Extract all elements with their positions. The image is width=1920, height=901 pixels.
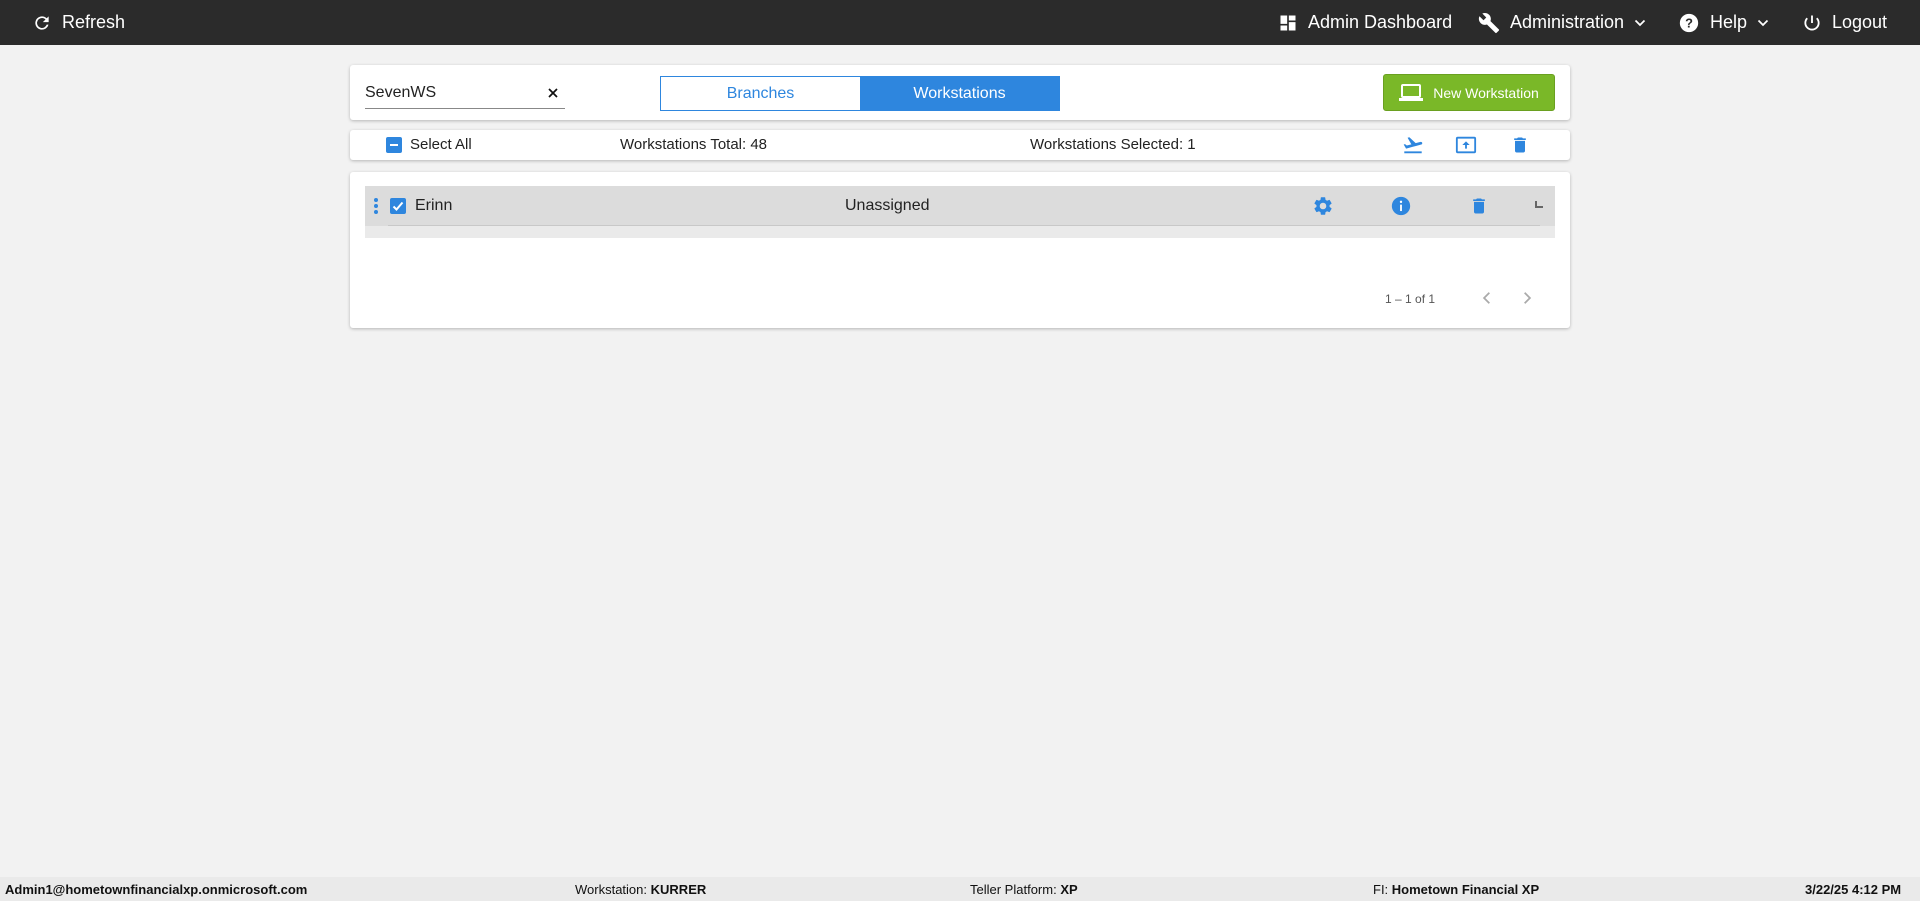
laptop-icon: [1399, 83, 1424, 101]
user-email: Admin1@hometownfinancialxp.onmicrosoft.c…: [5, 882, 308, 897]
select-all-checkbox[interactable]: Select All: [386, 136, 472, 153]
workstations-total: Workstations Total: 48: [620, 136, 768, 153]
trash-icon[interactable]: [1508, 133, 1532, 157]
chevron-right-icon: [1524, 292, 1532, 304]
refresh-icon: [35, 15, 49, 30]
check-icon: [392, 201, 404, 211]
filter-panel: Branches Workstations New Workstation: [350, 65, 1570, 120]
wrench-icon: [1478, 12, 1500, 33]
refresh-label: Refresh: [62, 12, 126, 32]
administration-label: Administration: [1510, 12, 1625, 32]
svg-text:?: ?: [1685, 15, 1693, 30]
chevron-down-icon: [1757, 19, 1769, 26]
row-expansion: [365, 226, 1555, 238]
workstation-info: Workstation: KURRER: [575, 882, 707, 897]
gear-icon[interactable]: [1311, 194, 1335, 218]
admin-dashboard-link[interactable]: Admin Dashboard: [1278, 0, 1452, 45]
help-icon: ?: [1679, 13, 1699, 32]
workstation-name: Erinn: [415, 197, 453, 214]
workstations-selected: Workstations Selected: 1: [1030, 136, 1196, 153]
chevron-left-icon: [1482, 292, 1490, 304]
fi-info: FI: Hometown Financial XP: [1373, 882, 1540, 897]
close-icon[interactable]: [545, 85, 561, 101]
logout-label: Logout: [1832, 12, 1888, 32]
drag-handle-icon[interactable]: [373, 197, 379, 215]
new-workstation-label: New Workstation: [1433, 84, 1539, 101]
refresh-button[interactable]: Refresh: [32, 0, 125, 45]
spinner-icon: [1535, 201, 1543, 208]
upload-icon[interactable]: [1454, 133, 1478, 157]
dashboard-icon: [1280, 15, 1296, 30]
view-toggle: Branches Workstations: [660, 76, 1060, 111]
trash-icon[interactable]: [1467, 194, 1491, 218]
workstation-status: Unassigned: [845, 197, 930, 214]
chevron-down-icon: [1634, 19, 1646, 26]
takeoff-icon[interactable]: [1401, 133, 1425, 157]
power-icon: [1804, 15, 1820, 30]
select-all-label: Select All: [410, 136, 472, 153]
divider: [388, 225, 1540, 226]
info-icon[interactable]: [1389, 194, 1413, 218]
previous-page-button[interactable]: [1475, 286, 1499, 310]
workstation-list: Erinn Unassigned 1 – 1 of 1: [350, 172, 1570, 328]
pagination-range: 1 – 1 of 1: [1385, 292, 1436, 306]
status-footer: Admin1@hometownfinancialxp.onmicrosoft.c…: [0, 877, 1920, 901]
tab-workstations[interactable]: Workstations: [860, 77, 1059, 110]
table-row[interactable]: Erinn Unassigned: [365, 186, 1555, 226]
datetime: 3/22/25 4:12 PM: [1805, 882, 1902, 897]
search-input[interactable]: [365, 79, 535, 107]
next-page-button[interactable]: [1515, 286, 1539, 310]
administration-menu[interactable]: Administration: [1478, 0, 1646, 45]
indeterminate-checkbox-icon: [386, 136, 402, 153]
tab-branches[interactable]: Branches: [661, 77, 860, 110]
teller-platform-info: Teller Platform: XP: [970, 882, 1078, 897]
help-label: Help: [1710, 12, 1748, 32]
row-checkbox[interactable]: [390, 198, 406, 214]
search-field: [365, 79, 565, 109]
selection-bar: Select All Workstations Total: 48 Workst…: [350, 130, 1570, 160]
help-menu[interactable]: ? Help: [1678, 0, 1769, 45]
new-workstation-button[interactable]: New Workstation: [1383, 74, 1555, 111]
admin-dashboard-label: Admin Dashboard: [1308, 12, 1453, 32]
top-nav-bar: Refresh Admin Dashboard Administration ?…: [0, 0, 1920, 45]
logout-button[interactable]: Logout: [1802, 0, 1887, 45]
